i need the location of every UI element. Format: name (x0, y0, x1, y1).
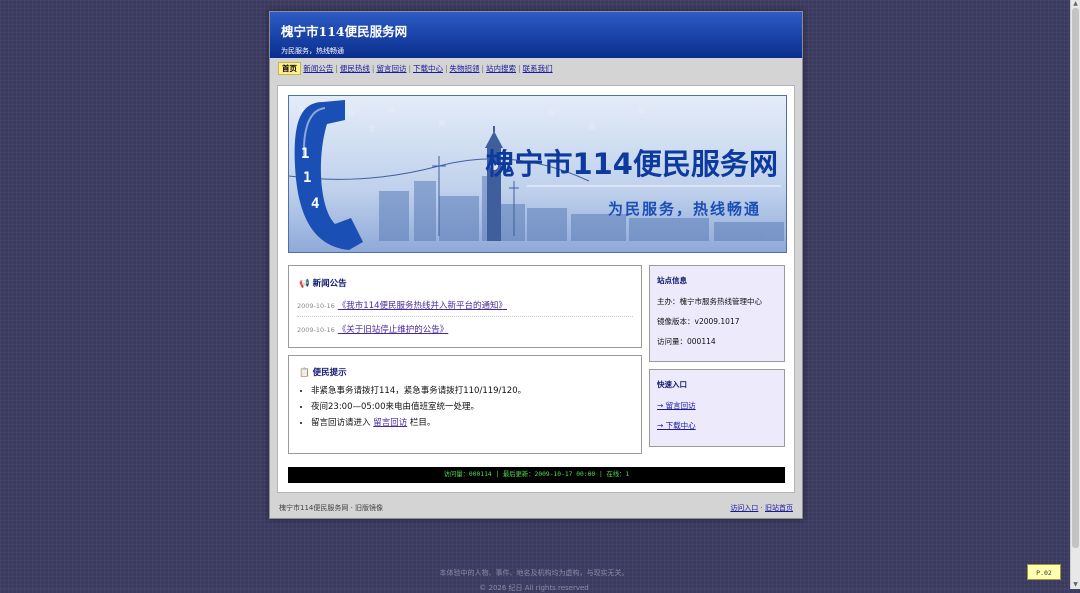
scrollbar[interactable]: ▲ ▼ (1070, 0, 1080, 589)
scroll-down-arrow-icon[interactable]: ▼ (1071, 581, 1080, 589)
tips-box-title: 📋 便民提示 (299, 368, 347, 378)
quick-links-title: 快速入口 (657, 380, 687, 389)
nav-item-download[interactable]: 下载中心 (413, 64, 443, 73)
hero-banner: 1 1 4 槐宁市114便民服务网 为民服务，热线畅通 (288, 95, 787, 253)
nav-item-news[interactable]: 新闻公告 (303, 64, 333, 73)
banner-title: 槐宁市114便民服务网 (485, 147, 778, 181)
news-box-title: 📢 新闻公告 (299, 279, 347, 289)
nav-item-home[interactable]: 首页 (278, 62, 301, 75)
station-info-title: 站点信息 (657, 276, 687, 285)
copyright-text: © 2026 纪日 All rights reserved (479, 584, 589, 592)
news-link[interactable]: 《关于旧站停止维护的公告》 (338, 325, 449, 335)
main-nav: 首页 新闻公告 | 便民热线 | 留言回访 | 下载中心 | 失物招领 | 站内搜索 | 联系我们 (270, 58, 802, 82)
banner-graphic: 1 1 4 槐宁市114便民服务网 为民服务，热线畅通 (289, 100, 784, 250)
news-date: 2009-10-16 (297, 326, 335, 334)
quick-link-message[interactable]: → 留言回访 (657, 400, 696, 411)
clock-tower (485, 126, 503, 241)
site-title: 槐宁市114便民服务网 (281, 24, 408, 39)
nav-item-hotline[interactable]: 便民热线 (340, 64, 370, 73)
nav-item-contact[interactable]: 联系我们 (523, 64, 553, 73)
tip-item: 非紧急事务请拨打114，紧急事务请拨打110/119/120。 (311, 386, 526, 397)
news-box: 📢 新闻公告 2009-10-16 《我市114便民服务热线并入新平台的通知》 2… (288, 265, 642, 348)
footer-link-home[interactable]: 旧站首页 (765, 504, 793, 512)
quick-links-box: 快速入口 → 留言回访 → 下载中心 (649, 369, 785, 447)
quick-link-download[interactable]: → 下载中心 (657, 420, 696, 431)
megaphone-icon: 📢 (299, 279, 310, 289)
news-item: 2009-10-16 《我市114便民服务热线并入新平台的通知》 (297, 299, 633, 317)
clipboard-icon: 📋 (299, 368, 310, 378)
scroll-up-arrow-icon[interactable]: ▲ (1071, 0, 1080, 8)
site-slogan: 为民服务，热线畅通 (281, 47, 344, 55)
banner-subtitle: 为民服务，热线畅通 (608, 200, 761, 218)
footer-site-label: 槐宁市114便民服务网 · 旧版镜像 (279, 504, 384, 512)
station-host: 主办：槐宁市服务热线管理中心 (657, 297, 762, 306)
nav-item-lost-found[interactable]: 失物招领 (450, 64, 480, 73)
scrollbar-thumb[interactable] (1072, 8, 1079, 548)
station-version: 镜像版本：v2009.1017 (657, 317, 740, 326)
footer-link-entry[interactable]: 访问入口 (730, 504, 758, 512)
page-footer: 槐宁市114便民服务网 · 旧版镜像 访问入口 · 旧站首页 (279, 503, 793, 513)
tip-message-link[interactable]: 留言回访 (373, 418, 407, 428)
disclaimer-text: 本体验中的人物、事件、地名及机构均为虚构，与现实无关。 (439, 569, 629, 577)
content-area: 1 1 4 槐宁市114便民服务网 为民服务，热线畅通 📢 新闻公告 2009-… (277, 85, 795, 493)
tip-item: 留言回访请进入 留言回访 栏目。 (311, 418, 526, 429)
footer-links: 访问入口 · 旧站首页 (730, 504, 793, 512)
tips-list: 非紧急事务请拨打114，紧急事务请拨打110/119/120。 夜间23:00—… (302, 386, 526, 434)
station-visits: 访问量：000114 (657, 337, 716, 346)
tips-box: 📋 便民提示 非紧急事务请拨打114，紧急事务请拨打110/119/120。 夜… (288, 355, 642, 454)
site-header: 槐宁市114便民服务网 为民服务，热线畅通 (270, 12, 802, 58)
tip-item: 夜间23:00—05:00来电由值班室统一处理。 (311, 402, 526, 413)
phone-digit-1: 1 (301, 146, 309, 162)
nav-item-search[interactable]: 站内搜索 (486, 64, 516, 73)
station-info-box: 站点信息 主办：槐宁市服务热线管理中心 镜像版本：v2009.1017 访问量：… (649, 265, 785, 362)
phone-digit-2: 1 (303, 170, 311, 186)
news-link[interactable]: 《我市114便民服务热线并入新平台的通知》 (338, 301, 507, 311)
status-ticker: 访问量：000114 | 最后更新：2009-10-17 00:00 | 在线：… (288, 467, 785, 483)
news-date: 2009-10-16 (297, 302, 335, 310)
phone-digit-3: 4 (311, 196, 319, 212)
page-number-badge: P.02 (1027, 564, 1061, 580)
old-site-page: 槐宁市114便民服务网 为民服务，热线畅通 首页 新闻公告 | 便民热线 | 留言回访 |… (269, 11, 803, 519)
news-item: 2009-10-16 《关于旧站停止维护的公告》 (297, 323, 633, 335)
nav-item-message[interactable]: 留言回访 (376, 64, 406, 73)
pixel-squares-decoration (299, 106, 644, 132)
